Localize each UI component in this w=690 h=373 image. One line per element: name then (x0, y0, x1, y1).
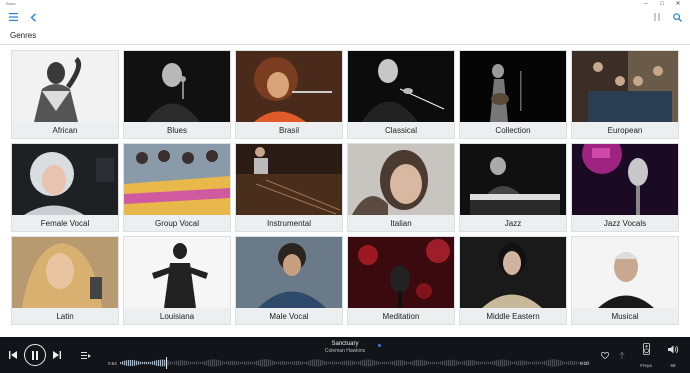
genre-label: Jazz (504, 219, 522, 228)
genre-label: Group Vocal (154, 219, 200, 228)
genre-image-jazz-vocals (572, 144, 678, 215)
genre-tile-musical[interactable]: Musical (571, 236, 679, 325)
genre-image-blues (124, 51, 230, 122)
radio-icon[interactable] (617, 350, 627, 360)
genre-image-latin (12, 237, 118, 308)
close-button[interactable]: ✕ (672, 0, 684, 8)
search-icon[interactable] (670, 10, 684, 24)
genre-tile-group-vocal[interactable]: Group Vocal (123, 143, 231, 232)
genre-tile-male-vocal[interactable]: Male Vocal (235, 236, 343, 325)
genre-tile-jazz-vocals[interactable]: Jazz Vocals (571, 143, 679, 232)
header-divider (0, 44, 690, 45)
genre-image-italian (348, 144, 454, 215)
genre-tile-classical[interactable]: Classical (347, 50, 455, 139)
elapsed-time: 0:54 (108, 361, 117, 366)
genre-image-african (12, 51, 118, 122)
genre-tile-latin[interactable]: Latin (11, 236, 119, 325)
genre-image-instrumental (236, 144, 342, 215)
genre-image-jazz (460, 144, 566, 215)
genre-image-louisiana (124, 237, 230, 308)
genre-tile-meditation[interactable]: Meditation (347, 236, 455, 325)
genre-image-male-vocal (236, 237, 342, 308)
genre-image-group-vocal (124, 144, 230, 215)
genre-label: Female Vocal (40, 219, 90, 228)
genre-tile-european[interactable]: European (571, 50, 679, 139)
genre-image-classical (348, 51, 454, 122)
genre-tile-female-vocal[interactable]: Female Vocal (11, 143, 119, 232)
back-arrow-icon[interactable] (26, 10, 40, 24)
genre-label: Musical (611, 312, 639, 321)
player-bar: Sanctuary Coleman Hawkins 0:54 9:10 Frey… (0, 337, 690, 373)
genre-tile-italian[interactable]: Italian (347, 143, 455, 232)
page-title: Genres (10, 31, 37, 40)
genre-tile-jazz[interactable]: Jazz (459, 143, 567, 232)
genre-label: Instrumental (266, 219, 312, 228)
window-titlebar: Roon – □ ✕ (0, 0, 690, 8)
genre-label: Meditation (382, 312, 420, 321)
genre-label: European (607, 126, 643, 135)
genre-tile-louisiana[interactable]: Louisiana (123, 236, 231, 325)
genre-label: Brasil (278, 126, 299, 135)
track-title[interactable]: Sanctuary (0, 341, 690, 347)
grid-view-icon[interactable] (650, 10, 664, 24)
genre-image-meditation (348, 237, 454, 308)
genre-label: Middle Eastern (486, 312, 540, 321)
genre-image-musical (572, 237, 678, 308)
genre-image-european (572, 51, 678, 122)
genre-tile-african[interactable]: African (11, 50, 119, 139)
signal-path-indicator[interactable] (378, 344, 381, 347)
track-artist[interactable]: Coleman Hawkins (0, 348, 690, 354)
maximize-button[interactable]: □ (656, 0, 668, 8)
genre-image-brasil (236, 51, 342, 122)
genre-label: Louisiana (159, 312, 195, 321)
genre-tile-instrumental[interactable]: Instrumental (235, 143, 343, 232)
top-toolbar (0, 8, 690, 26)
genre-label: Latin (56, 312, 74, 321)
zone-name[interactable]: Freya (636, 363, 656, 368)
genre-label: Italian (390, 219, 412, 228)
genre-label: Jazz Vocals (603, 219, 647, 228)
window-title: Roon (6, 1, 16, 6)
seek-waveform[interactable] (120, 357, 590, 369)
volume-level[interactable]: 69 (664, 363, 682, 368)
minimize-button[interactable]: – (640, 0, 652, 8)
track-duration: 9:10 (580, 361, 589, 366)
genre-label: Classical (384, 126, 417, 135)
playhead-marker[interactable] (166, 357, 168, 369)
volume-icon[interactable] (667, 343, 679, 355)
menu-icon[interactable] (6, 10, 20, 24)
genre-label: Blues (166, 126, 187, 135)
zone-speaker-icon[interactable] (641, 342, 651, 356)
genre-image-collection (460, 51, 566, 122)
genre-image-middle-eastern (460, 237, 566, 308)
genre-image-female-vocal (12, 144, 118, 215)
heart-icon[interactable] (600, 350, 610, 360)
genre-label: Male Vocal (269, 312, 309, 321)
genre-tile-middle-eastern[interactable]: Middle Eastern (459, 236, 567, 325)
genre-label: Collection (495, 126, 531, 135)
genre-tile-collection[interactable]: Collection (459, 50, 567, 139)
genre-tile-blues[interactable]: Blues (123, 50, 231, 139)
genre-tile-brasil[interactable]: Brasil (235, 50, 343, 139)
genre-label: African (52, 126, 78, 135)
